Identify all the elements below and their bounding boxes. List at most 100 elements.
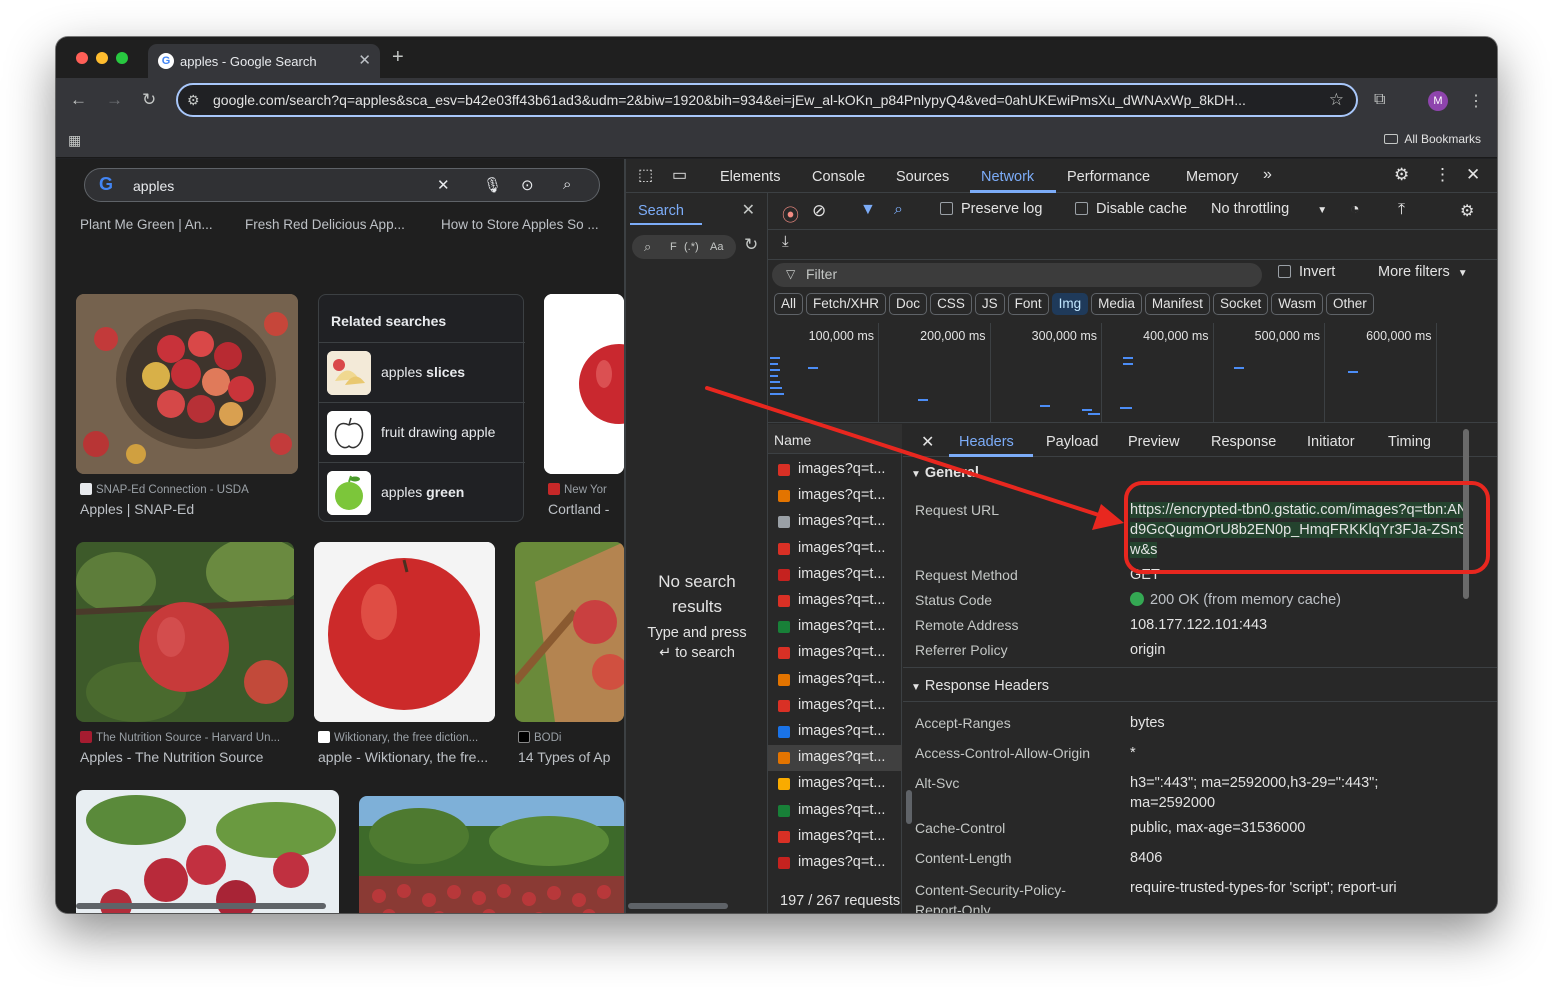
response-headers-section-toggle[interactable]: ▼ Response Headers: [911, 678, 1049, 694]
filter-chip-other[interactable]: Other: [1325, 293, 1374, 315]
request-row[interactable]: images?q=t...: [768, 745, 902, 772]
request-row[interactable]: images?q=t...: [768, 614, 902, 640]
search-drawer-title[interactable]: Search: [638, 203, 684, 219]
filter-chip-wasm[interactable]: Wasm: [1271, 293, 1323, 315]
image-title[interactable]: apple - Wiktionary, the fre...: [318, 749, 488, 765]
preserve-log-checkbox[interactable]: Preserve log: [940, 201, 1042, 217]
settings-gear-icon[interactable]: ⚙: [1394, 165, 1409, 185]
image-result[interactable]: [76, 294, 298, 474]
filter-chip-js[interactable]: JS: [974, 293, 1005, 315]
close-search-icon[interactable]: ✕: [742, 200, 755, 220]
filter-chip-all[interactable]: All: [774, 293, 804, 315]
clear-log-icon[interactable]: ⊘: [812, 201, 826, 221]
tab-network[interactable]: Network: [981, 169, 1034, 185]
match-whole-word-toggle[interactable]: F: [670, 241, 677, 253]
filter-chip-media[interactable]: Media: [1091, 293, 1142, 315]
details-scrollbar[interactable]: [1463, 429, 1469, 599]
search-pane-scrollbar[interactable]: [628, 903, 728, 909]
forward-icon[interactable]: →: [106, 90, 123, 110]
browser-tab[interactable]: G apples - Google Search ✕: [148, 44, 380, 78]
image-result[interactable]: [359, 796, 624, 913]
image-title[interactable]: 14 Types of Ap: [518, 749, 610, 765]
request-row[interactable]: images?q=t...: [768, 457, 902, 483]
strip-item[interactable]: Plant Me Green | An...: [80, 217, 213, 232]
request-row[interactable]: images?q=t...: [768, 588, 902, 614]
network-conditions-icon[interactable]: ◔: [1350, 201, 1360, 219]
search-network-icon[interactable]: ⌕: [894, 201, 903, 219]
tab-timing[interactable]: Timing: [1388, 434, 1431, 450]
search-query[interactable]: apples: [133, 178, 174, 194]
record-stop-icon[interactable]: ⦿: [782, 201, 799, 226]
import-har-icon[interactable]: ⤒: [1398, 201, 1405, 219]
related-item[interactable]: apples green: [319, 462, 525, 522]
image-title[interactable]: Apples | SNAP-Ed: [80, 501, 194, 517]
close-window-button[interactable]: [76, 52, 88, 64]
image-result[interactable]: [76, 542, 294, 722]
request-row[interactable]: images?q=t...: [768, 798, 902, 824]
inspect-element-icon[interactable]: ⬚: [638, 165, 653, 185]
site-settings-icon[interactable]: ⚙: [187, 92, 200, 109]
devtools-menu-icon[interactable]: ⋮: [1434, 165, 1451, 185]
filter-chip-css[interactable]: CSS: [930, 293, 972, 315]
search-icon[interactable]: ⌕: [563, 176, 571, 193]
filter-chip-manifest[interactable]: Manifest: [1144, 293, 1210, 315]
minimize-window-button[interactable]: [96, 52, 108, 64]
close-devtools-icon[interactable]: ✕: [1466, 165, 1480, 185]
image-result[interactable]: [544, 294, 624, 474]
related-item[interactable]: fruit drawing apple: [319, 402, 525, 462]
lens-icon[interactable]: ⊙: [521, 176, 534, 194]
related-item[interactable]: apples slices: [319, 342, 525, 402]
throttling-select[interactable]: No throttling ▼: [1211, 201, 1327, 217]
request-row[interactable]: images?q=t...: [768, 536, 902, 562]
strip-item[interactable]: Fresh Red Delicious App...: [245, 217, 405, 232]
image-result[interactable]: [76, 790, 339, 913]
request-row[interactable]: images?q=t...: [768, 824, 902, 850]
device-toolbar-icon[interactable]: ▭: [672, 165, 687, 185]
avatar[interactable]: M: [1428, 91, 1448, 111]
disable-cache-checkbox[interactable]: Disable cache: [1075, 201, 1187, 217]
tab-sources[interactable]: Sources: [896, 169, 949, 185]
reload-icon[interactable]: ↻: [142, 90, 156, 110]
microphone-icon[interactable]: 🎙: [483, 176, 502, 194]
request-row[interactable]: images?q=t...: [768, 640, 902, 666]
more-tabs-icon[interactable]: »: [1263, 166, 1272, 184]
image-result[interactable]: [515, 542, 624, 722]
tab-headers[interactable]: Headers: [959, 434, 1014, 450]
image-result[interactable]: [314, 542, 495, 722]
case-sensitive-toggle[interactable]: Aa: [710, 241, 723, 253]
new-tab-button[interactable]: +: [392, 46, 404, 69]
network-settings-icon[interactable]: ⚙: [1460, 201, 1474, 221]
request-row[interactable]: images?q=t...: [768, 693, 902, 719]
filter-chip-img[interactable]: Img: [1051, 293, 1089, 315]
close-details-icon[interactable]: ✕: [921, 432, 934, 452]
request-row[interactable]: images?q=t...: [768, 562, 902, 588]
export-har-icon[interactable]: ⤓: [782, 233, 789, 250]
refresh-icon[interactable]: ↻: [744, 235, 758, 255]
request-row[interactable]: images?q=t...: [768, 771, 902, 797]
image-title[interactable]: Cortland -: [548, 501, 609, 517]
more-filters-button[interactable]: More filters ▼: [1378, 264, 1468, 280]
tab-preview[interactable]: Preview: [1128, 434, 1180, 450]
filter-input[interactable]: ▽ Filter: [772, 263, 1262, 287]
invert-checkbox[interactable]: Invert: [1278, 264, 1335, 280]
menu-kebab-icon[interactable]: ⋮: [1468, 91, 1484, 111]
tab-performance[interactable]: Performance: [1067, 169, 1150, 185]
image-title[interactable]: Apples - The Nutrition Source: [80, 749, 263, 765]
request-row[interactable]: images?q=t...: [768, 850, 902, 876]
filter-chip-font[interactable]: Font: [1007, 293, 1049, 315]
zoom-window-button[interactable]: [116, 52, 128, 64]
tab-close-icon[interactable]: ✕: [358, 51, 371, 69]
tab-initiator[interactable]: Initiator: [1307, 434, 1355, 450]
tab-console[interactable]: Console: [812, 169, 865, 185]
request-row[interactable]: images?q=t...: [768, 719, 902, 745]
apps-grid-icon[interactable]: ▦: [68, 132, 81, 149]
request-url-value[interactable]: https://encrypted-tbn0.gstatic.com/image…: [1130, 500, 1475, 560]
bookmark-star-icon[interactable]: ☆: [1329, 90, 1344, 110]
clear-icon[interactable]: ✕: [437, 176, 450, 194]
filter-funnel-icon[interactable]: ▼: [860, 201, 876, 219]
cast-icon[interactable]: ⧉: [1374, 91, 1385, 109]
tab-memory[interactable]: Memory: [1186, 169, 1238, 185]
filter-chip-fetchxhr[interactable]: Fetch/XHR: [806, 293, 887, 315]
filter-chip-socket[interactable]: Socket: [1212, 293, 1269, 315]
name-column-header[interactable]: Name: [768, 424, 902, 454]
